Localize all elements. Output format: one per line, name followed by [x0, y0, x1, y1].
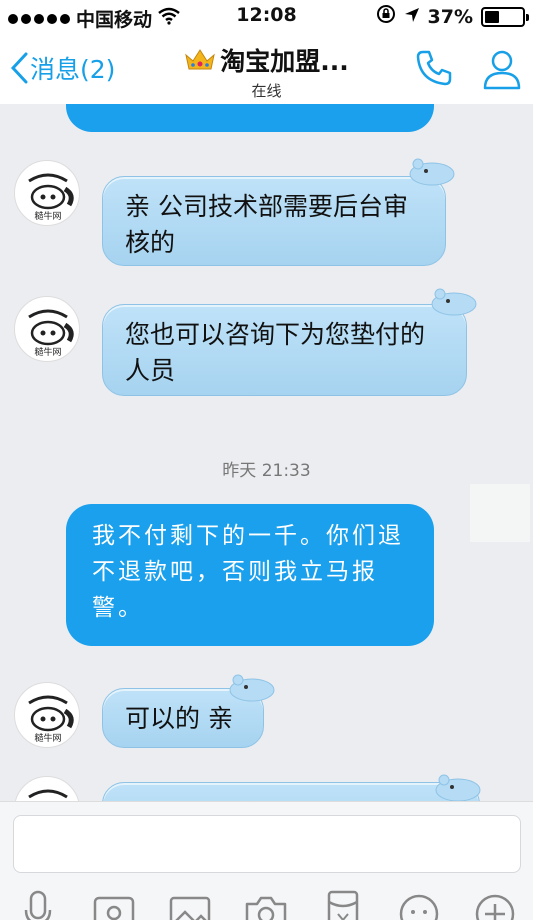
- phone-call-button[interactable]: [414, 48, 454, 92]
- emoji-button[interactable]: [396, 890, 442, 920]
- toolbar: [0, 890, 533, 920]
- chat-area[interactable]: 糙牛网 亲 公司技术部需要后台审核的 糙牛网 您也可以咨询下为您垫付的人员 昨天…: [0, 104, 533, 801]
- image-icon: [170, 896, 211, 920]
- svg-text:糙牛网: 糙牛网: [34, 732, 61, 744]
- pig-bubble-decoration-icon: [229, 674, 275, 702]
- crown-icon: [185, 49, 216, 70]
- red-packet-icon: [327, 890, 358, 920]
- pig-bubble-decoration-icon: [431, 288, 477, 316]
- message-bubble-outgoing[interactable]: 我不付剩下的一千。你们退不退款吧，否则我立马报警。: [66, 504, 434, 646]
- chat-title-text: 淘宝加盟...: [220, 47, 349, 76]
- timestamp: 昨天 21:33: [222, 461, 311, 481]
- message-bubble-incoming[interactable]: 您也可以咨询下为您垫付的人员: [102, 304, 467, 396]
- message-text: 亲 公司技术部需要后台审核的: [125, 192, 408, 257]
- chat-header: 消息(2) 淘宝加盟... 在线: [0, 32, 533, 104]
- more-button[interactable]: [472, 890, 518, 920]
- red-packet-button[interactable]: [320, 890, 366, 920]
- chat-title[interactable]: 淘宝加盟...: [184, 42, 349, 78]
- avatar[interactable]: 糙牛网: [14, 160, 80, 226]
- emoji-icon: [399, 894, 439, 920]
- voice-button[interactable]: [15, 890, 61, 920]
- message-input[interactable]: [13, 815, 521, 873]
- phone-icon: [416, 50, 452, 86]
- message-text: 您也可以咨询下为您垫付的人员: [125, 320, 426, 385]
- input-bar: [0, 801, 533, 920]
- sender-avatar-blank[interactable]: [470, 484, 530, 542]
- battery-percent: 37%: [427, 5, 473, 28]
- image-button[interactable]: [167, 890, 213, 920]
- avatar[interactable]: 糙牛网: [14, 682, 80, 748]
- location-icon: [404, 6, 420, 28]
- camera-button[interactable]: [243, 890, 289, 920]
- battery-icon: [481, 6, 529, 27]
- avatar[interactable]: [14, 776, 80, 801]
- video-button[interactable]: [91, 890, 137, 920]
- profile-icon: [483, 50, 521, 90]
- message-text: 可以的 亲: [125, 704, 233, 733]
- message-bubble-partial[interactable]: [102, 782, 480, 801]
- video-icon: [93, 896, 135, 920]
- rotation-lock-icon: [376, 4, 396, 29]
- profile-button[interactable]: [482, 48, 522, 94]
- svg-text:糙牛网: 糙牛网: [34, 346, 61, 358]
- message-text: 我不付剩下的一千。你们退不退款吧，否则我立马报警。: [92, 523, 404, 621]
- pig-bubble-decoration-icon: [435, 774, 481, 801]
- plus-icon: [475, 894, 515, 920]
- message-bubble-partial[interactable]: [66, 104, 434, 132]
- pig-bubble-decoration-icon: [409, 158, 455, 186]
- status-bar: 中国移动 12:08 37%: [0, 0, 533, 32]
- avatar[interactable]: 糙牛网: [14, 296, 80, 362]
- camera-icon: [246, 896, 287, 920]
- message-bubble-incoming[interactable]: 亲 公司技术部需要后台审核的: [102, 176, 446, 266]
- svg-text:糙牛网: 糙牛网: [34, 210, 61, 222]
- microphone-icon: [24, 890, 52, 920]
